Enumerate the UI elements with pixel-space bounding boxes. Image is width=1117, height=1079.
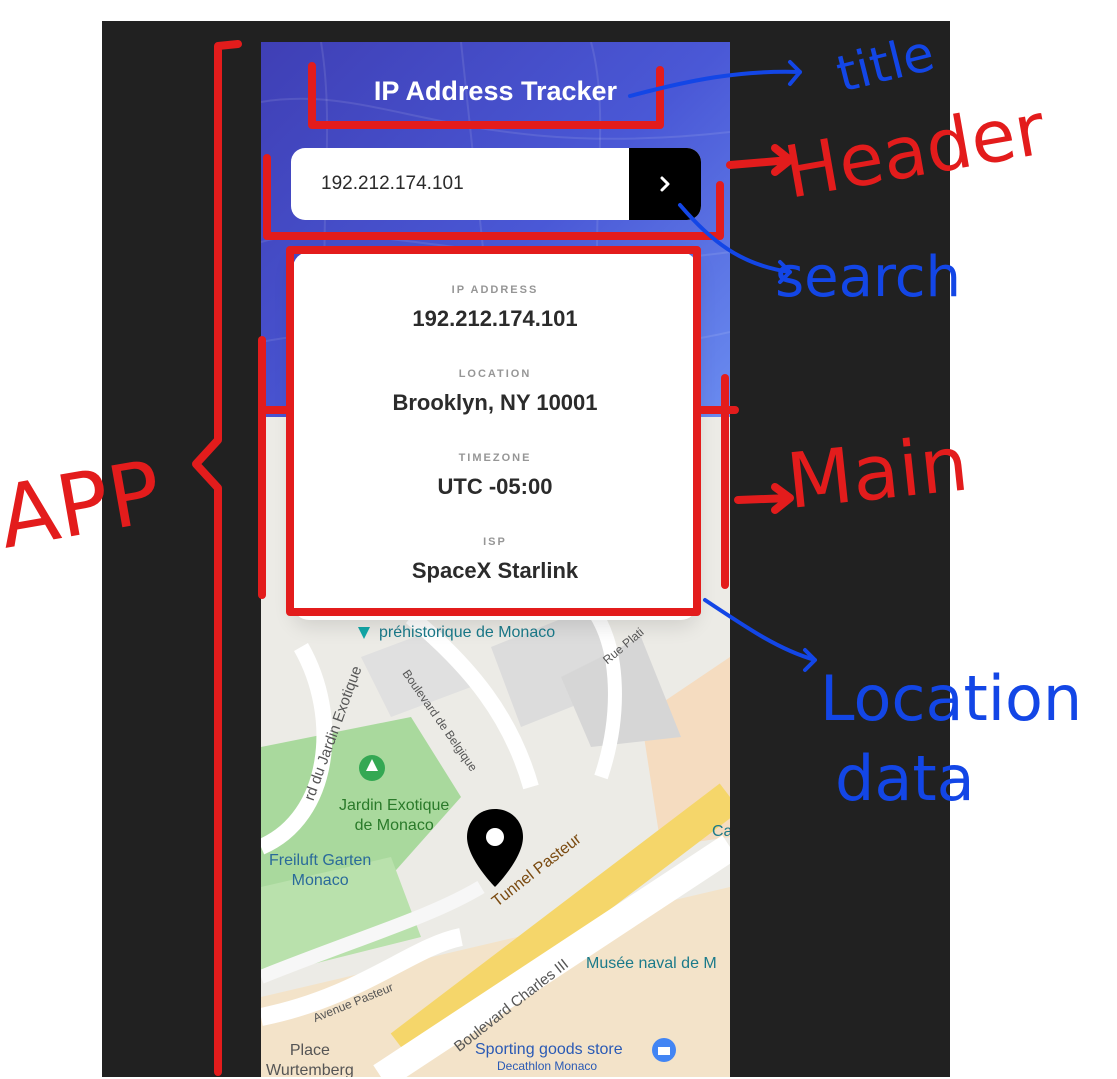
map-label-musee-naval: Musée naval de M <box>586 955 717 972</box>
search-button[interactable] <box>629 148 701 220</box>
map-label-museum: préhistorique de Monaco <box>379 624 556 641</box>
timezone-section: TIMEZONE UTC -05:00 <box>293 452 697 500</box>
ip-address-section: IP ADDRESS 192.212.174.101 <box>293 284 697 332</box>
park-icon <box>359 755 385 781</box>
ip-search-input[interactable] <box>291 148 629 220</box>
map-label-jardin: Jardin Exotique de Monaco <box>339 797 450 834</box>
timezone-value: UTC -05:00 <box>437 474 553 499</box>
map-label-place: Place Wurtemberg <box>266 1042 354 1077</box>
page-title: IP Address Tracker <box>373 76 618 106</box>
search-bar <box>291 148 701 220</box>
location-label: LOCATION <box>458 368 532 380</box>
isp-section: ISP SpaceX Starlink <box>293 536 697 584</box>
map-label-ca: Ca <box>712 823 730 840</box>
chevron-right-icon <box>660 176 670 192</box>
ip-address-label: IP ADDRESS <box>451 284 539 296</box>
map-label-decathlon: Decathlon Monaco <box>497 1059 598 1073</box>
map-label-sporting: Sporting goods store <box>475 1041 623 1058</box>
isp-value: SpaceX Starlink <box>411 558 579 583</box>
map-label-freiluft: Freiluft Garten Monaco <box>269 852 372 889</box>
location-section: LOCATION Brooklyn, NY 10001 <box>293 368 697 416</box>
ip-address-value: 192.212.174.101 <box>412 306 578 331</box>
location-value: Brooklyn, NY 10001 <box>392 390 598 415</box>
app-screen: IP Address Tracker 192.212.174.101 préhi… <box>261 42 730 1077</box>
isp-label: ISP <box>483 536 507 548</box>
timezone-label: TIMEZONE <box>458 452 532 464</box>
location-data-card: IP ADDRESS 192.212.174.101 LOCATION Broo… <box>293 252 697 620</box>
store-icon <box>652 1038 676 1062</box>
